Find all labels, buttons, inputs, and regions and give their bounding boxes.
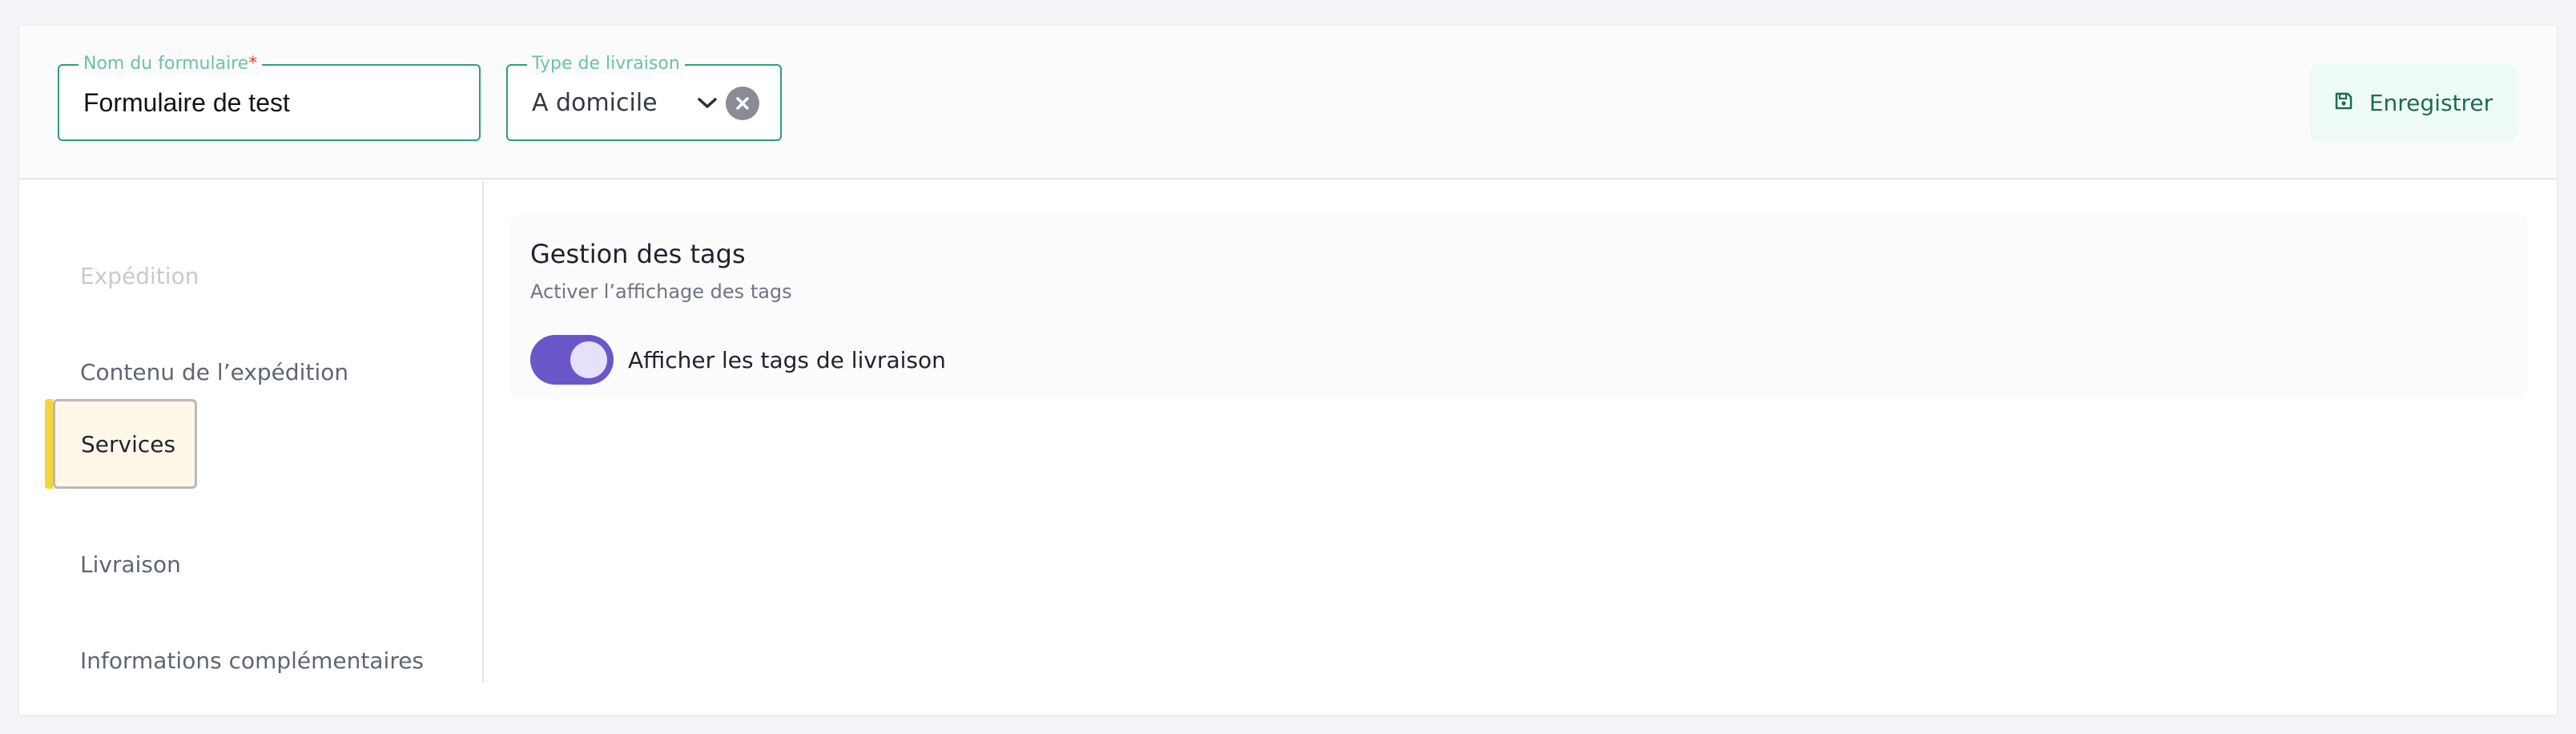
chevron-down-icon[interactable]: [694, 90, 721, 117]
show-tags-toggle-label[interactable]: Afficher les tags de livraison: [628, 335, 946, 385]
sidebar-item-services-wrap: Services: [45, 399, 197, 489]
sidebar-item-expedition: Expédition: [80, 263, 199, 289]
save-button[interactable]: Enregistrer: [2310, 64, 2517, 141]
delivery-type-select[interactable]: Type de livraison A domicile: [506, 53, 782, 141]
sidebar-nav: Expédition Contenu de l’expédition Servi…: [19, 181, 484, 683]
form-header-bar: Nom du formulaire* Formulaire de test Ty…: [19, 26, 2557, 179]
sidebar-item-informations[interactable]: Informations complémentaires: [80, 647, 424, 674]
sidebar-item-contenu[interactable]: Contenu de l’expédition: [80, 359, 348, 385]
sidebar-item-livraison[interactable]: Livraison: [80, 551, 181, 578]
active-indicator: [45, 399, 53, 489]
clear-icon[interactable]: [726, 87, 759, 120]
form-name-input[interactable]: Formulaire de test: [83, 66, 290, 139]
panel-title: Gestion des tags: [530, 239, 746, 269]
toggle-knob: [570, 341, 607, 378]
form-name-field[interactable]: Nom du formulaire* Formulaire de test: [58, 53, 481, 141]
tags-settings-panel: Gestion des tags Activer l’affichage des…: [509, 215, 2528, 399]
floppy-disk-icon: [2334, 90, 2353, 116]
delivery-type-value[interactable]: A domicile: [532, 66, 658, 139]
panel-subtitle: Activer l’affichage des tags: [530, 280, 792, 303]
save-button-label: Enregistrer: [2369, 89, 2493, 116]
show-tags-toggle[interactable]: [530, 335, 614, 385]
sidebar-item-services[interactable]: Services: [53, 399, 197, 489]
form-editor-card: Nom du formulaire* Formulaire de test Ty…: [19, 26, 2557, 715]
